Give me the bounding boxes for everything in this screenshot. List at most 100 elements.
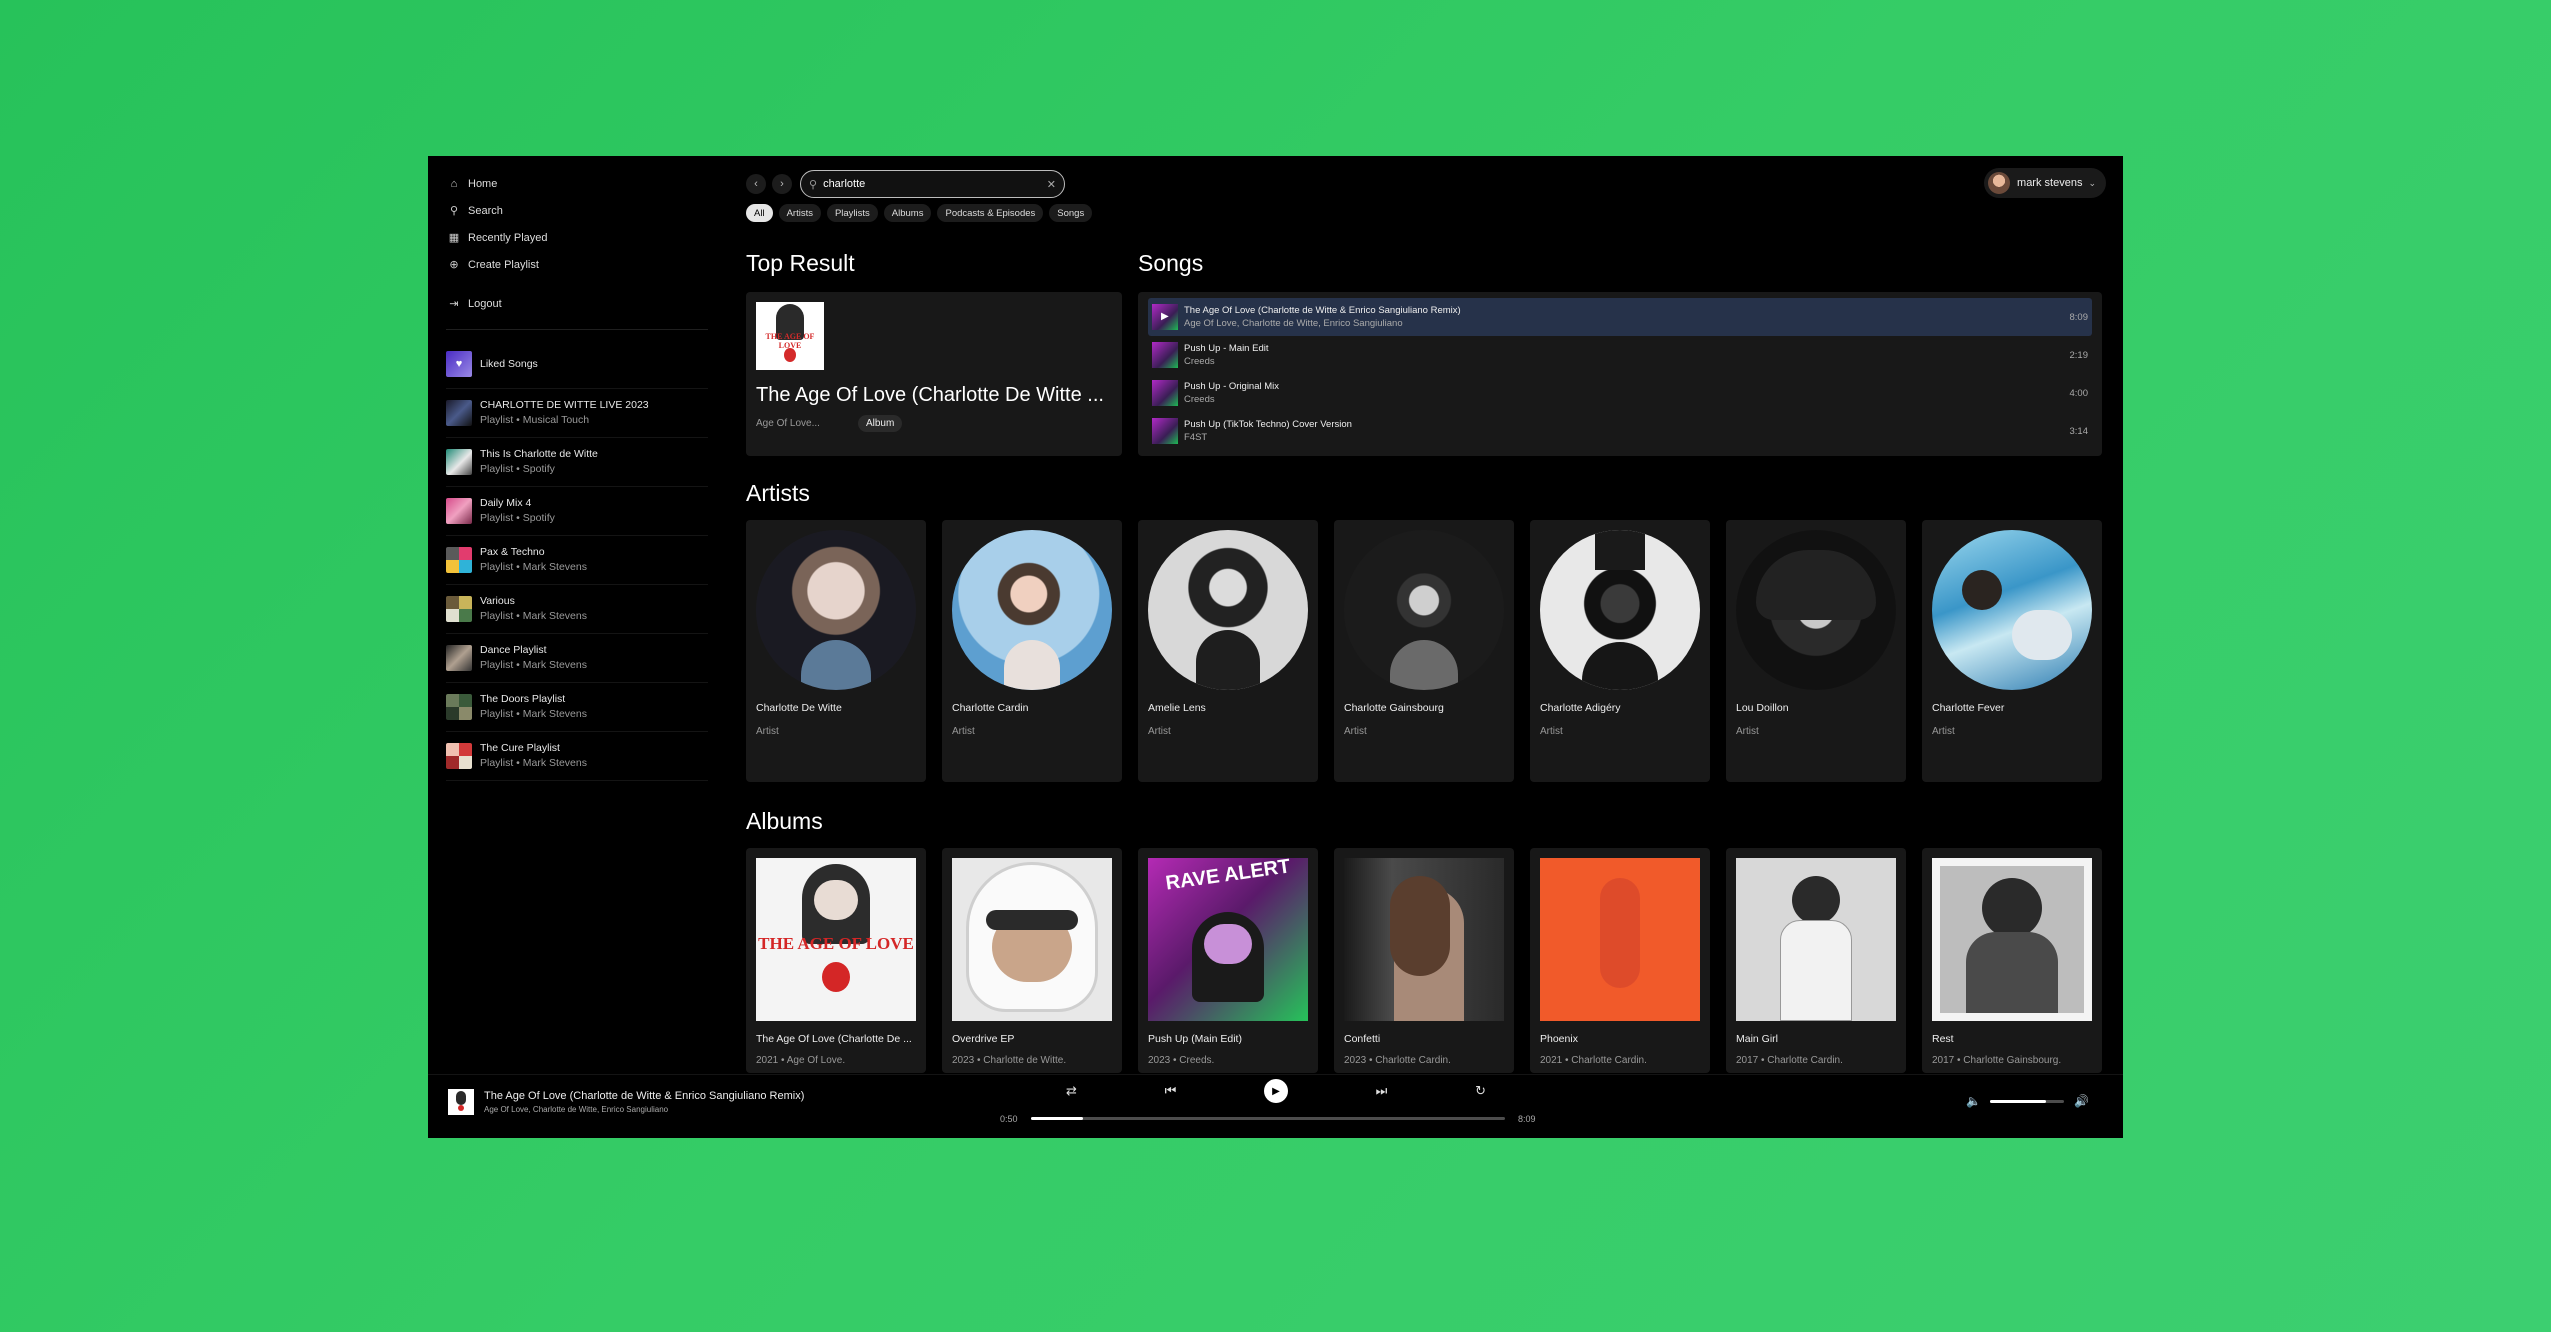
song-title: The Age Of Love (Charlotte de Witte & En… bbox=[1184, 305, 1461, 316]
clear-search-icon[interactable]: ✕ bbox=[1047, 178, 1056, 191]
artist-image bbox=[1540, 530, 1700, 690]
now-playing[interactable]: The Age Of Love (Charlotte de Witte & En… bbox=[448, 1089, 804, 1115]
playlist-title: The Doors Playlist bbox=[480, 693, 566, 705]
search-input[interactable] bbox=[823, 178, 1047, 190]
next-icon[interactable]: ⏭ bbox=[1376, 1083, 1388, 1099]
nav-recently-played[interactable]: ▦ Recently Played bbox=[446, 224, 708, 251]
playlist-title: Dance Playlist bbox=[480, 644, 547, 656]
chip-podcasts[interactable]: Podcasts & Episodes bbox=[937, 204, 1044, 222]
album-card[interactable]: Rest 2017 • Charlotte Gainsbourg. bbox=[1922, 848, 2102, 1073]
playlist-item[interactable]: Dance Playlist Playlist • Mark Stevens bbox=[446, 634, 708, 683]
playlist-liked-songs[interactable]: ♥ Liked Songs bbox=[446, 340, 708, 389]
playlist-item[interactable]: Pax & Techno Playlist • Mark Stevens bbox=[446, 536, 708, 585]
artist-name: Charlotte Fever bbox=[1932, 702, 2005, 714]
chip-all[interactable]: All bbox=[746, 204, 773, 222]
shuffle-icon[interactable]: ⇄ bbox=[1066, 1083, 1077, 1099]
albums-grid: THE AGE OF LOVE The Age Of Love (Charlot… bbox=[746, 848, 2102, 1073]
elapsed-time: 0:50 bbox=[1000, 1114, 1018, 1124]
chip-artists[interactable]: Artists bbox=[778, 204, 821, 222]
song-artist: Creeds bbox=[1184, 394, 1215, 405]
playlist-item[interactable]: Various Playlist • Mark Stevens bbox=[446, 585, 708, 634]
albums-heading: Albums bbox=[746, 808, 823, 834]
song-artist: F4ST bbox=[1184, 432, 1208, 443]
album-cover bbox=[1540, 858, 1700, 1021]
chip-playlists[interactable]: Playlists bbox=[826, 204, 878, 222]
song-thumb bbox=[1152, 418, 1178, 444]
playlist-cover bbox=[446, 694, 472, 720]
chip-songs[interactable]: Songs bbox=[1049, 204, 1093, 222]
playlist-cover bbox=[446, 596, 472, 622]
chip-albums[interactable]: Albums bbox=[883, 204, 932, 222]
album-name: Main Girl bbox=[1736, 1033, 1779, 1045]
album-card[interactable]: Phoenix 2021 • Charlotte Cardin. bbox=[1530, 848, 1710, 1073]
album-card[interactable]: RAVE ALERT Push Up (Main Edit) 2023 • Cr… bbox=[1138, 848, 1318, 1073]
now-playing-cover bbox=[448, 1089, 474, 1115]
forward-button[interactable]: › bbox=[772, 174, 792, 194]
song-row[interactable]: ▶ The Age Of Love (Charlotte de Witte & … bbox=[1148, 298, 2092, 336]
song-artist: Creeds bbox=[1184, 356, 1215, 367]
artist-card[interactable]: Lou Doillon Artist bbox=[1726, 520, 1906, 782]
playlist-title: Pax & Techno bbox=[480, 546, 545, 558]
progress-fill bbox=[1031, 1117, 1084, 1120]
nav-create-playlist[interactable]: ⊕ Create Playlist bbox=[446, 251, 708, 278]
nav-search[interactable]: ⚲ Search bbox=[446, 197, 708, 224]
album-cover bbox=[1736, 858, 1896, 1021]
nav-label: Search bbox=[468, 204, 503, 217]
mute-icon[interactable]: 🔈 bbox=[1966, 1094, 1981, 1108]
song-title: Push Up - Original Mix bbox=[1184, 381, 1280, 392]
avatar bbox=[1988, 172, 2011, 194]
top-result-cover: THE AGE OF LOVE bbox=[756, 302, 824, 370]
album-card[interactable]: Confetti 2023 • Charlotte Cardin. bbox=[1334, 848, 1514, 1073]
artist-card[interactable]: Charlotte Cardin Artist bbox=[942, 520, 1122, 782]
artist-card[interactable]: Charlotte Adigéry Artist bbox=[1530, 520, 1710, 782]
album-cover bbox=[1344, 858, 1504, 1021]
artist-card[interactable]: Charlotte Fever Artist bbox=[1922, 520, 2102, 782]
playlist-item[interactable]: The Cure Playlist Playlist • Mark Stevens bbox=[446, 732, 708, 781]
song-title: Push Up - Main Edit bbox=[1184, 343, 1269, 354]
playlist-sub: Playlist • Spotify bbox=[480, 512, 555, 524]
album-sub: 2017 • Charlotte Gainsbourg. bbox=[1932, 1055, 2062, 1066]
artist-name: Charlotte De Witte bbox=[756, 702, 842, 714]
calendar-icon: ▦ bbox=[448, 232, 460, 244]
playlist-title: CHARLOTTE DE WITTE LIVE 2023 bbox=[480, 399, 649, 411]
volume-icon[interactable]: 🔊 bbox=[2074, 1094, 2089, 1108]
album-card[interactable]: Overdrive EP 2023 • Charlotte de Witte. bbox=[942, 848, 1122, 1073]
progress-bar[interactable] bbox=[1031, 1117, 1505, 1120]
song-row[interactable]: Push Up - Original Mix Creeds 4:00 bbox=[1148, 374, 2092, 412]
playlist-cover bbox=[446, 449, 472, 475]
nav-home[interactable]: ⌂ Home bbox=[446, 170, 708, 197]
artist-image bbox=[952, 530, 1112, 690]
nav-logout[interactable]: ⇥ Logout bbox=[446, 290, 708, 317]
back-button[interactable]: ‹ bbox=[746, 174, 766, 194]
album-name: Push Up (Main Edit) bbox=[1148, 1033, 1242, 1045]
playlist-sub: Playlist • Spotify bbox=[480, 463, 555, 475]
album-name: Confetti bbox=[1344, 1033, 1381, 1045]
chevron-left-icon: ‹ bbox=[754, 178, 758, 190]
volume-slider[interactable] bbox=[1990, 1100, 2064, 1103]
album-name: Rest bbox=[1932, 1033, 1954, 1045]
playlist-item[interactable]: CHARLOTTE DE WITTE LIVE 2023 Playlist • M… bbox=[446, 389, 708, 438]
top-result-heading: Top Result bbox=[746, 250, 855, 276]
album-sub: 2023 • Charlotte Cardin. bbox=[1344, 1055, 1451, 1066]
playlist-sub: Playlist • Mark Stevens bbox=[480, 659, 587, 671]
chevron-down-icon: ⌄ bbox=[2088, 177, 2096, 188]
user-menu[interactable]: mark stevens ⌄ bbox=[1984, 168, 2106, 198]
artist-image bbox=[1148, 530, 1308, 690]
song-row[interactable]: Push Up - Main Edit Creeds 2:19 bbox=[1148, 336, 2092, 374]
album-sub: 2021 • Charlotte Cardin. bbox=[1540, 1055, 1647, 1066]
song-row[interactable]: Push Up (TikTok Techno) Cover Version F4S… bbox=[1148, 412, 2092, 450]
play-button[interactable]: ▶ bbox=[1263, 1079, 1288, 1103]
artist-card[interactable]: Amelie Lens Artist bbox=[1138, 520, 1318, 782]
previous-icon[interactable]: ⏮ bbox=[1165, 1083, 1177, 1099]
top-result-card[interactable]: THE AGE OF LOVE The Age Of Love (Charlot… bbox=[746, 292, 1122, 456]
playlist-item[interactable]: Daily Mix 4 Playlist • Spotify bbox=[446, 487, 708, 536]
album-card[interactable]: THE AGE OF LOVE The Age Of Love (Charlot… bbox=[746, 848, 926, 1073]
repeat-icon[interactable]: ↻ bbox=[1475, 1083, 1486, 1099]
playlist-cover bbox=[446, 743, 472, 769]
artist-card[interactable]: Charlotte Gainsbourg Artist bbox=[1334, 520, 1514, 782]
playlist-item[interactable]: The Doors Playlist Playlist • Mark Steven… bbox=[446, 683, 708, 732]
album-card[interactable]: Main Girl 2017 • Charlotte Cardin. bbox=[1726, 848, 1906, 1073]
artist-card[interactable]: Charlotte De Witte Artist bbox=[746, 520, 926, 782]
nav-label: Recently Played bbox=[468, 231, 548, 244]
playlist-item[interactable]: This Is Charlotte de Witte Playlist • Spo… bbox=[446, 438, 708, 487]
